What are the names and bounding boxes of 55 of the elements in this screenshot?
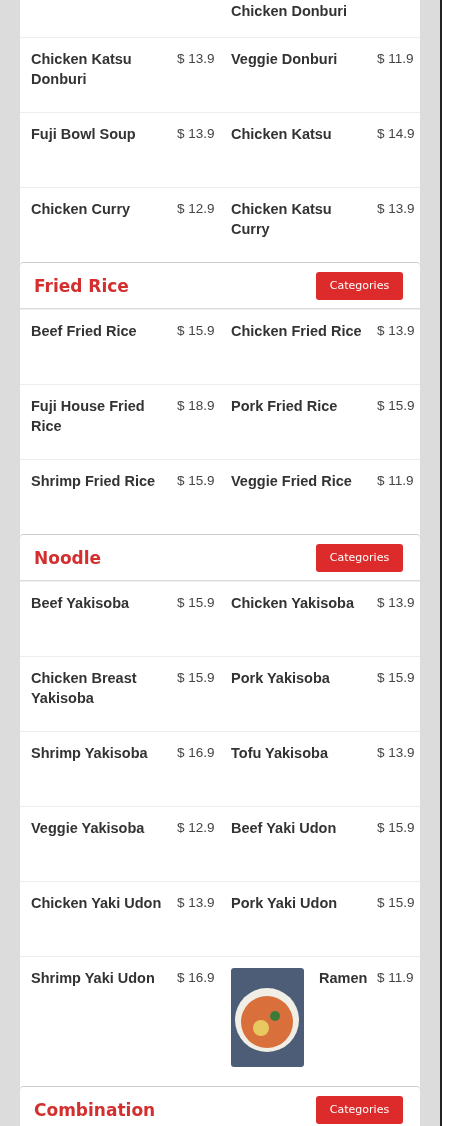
dish-price: $ 13.9 [177,50,215,68]
dish-name: Pork Fried Rice [231,397,339,416]
dish-name: Pork Yakisoba [231,669,331,688]
dish-price: $ 11.9 [377,969,414,987]
dish-price: $ 12.9 [177,819,215,837]
dish-price: $ 16.9 [177,969,215,987]
dish-name: Fuji House Fried Rice [31,397,146,436]
dish-name: Chicken Katsu Curry [231,200,333,239]
dish-name: Shrimp Fried Rice [31,472,157,491]
dish-price: $ 12.9 [177,200,215,218]
dish-price: $ 13.9 [177,894,215,912]
categories-button[interactable]: Categories [316,543,403,572]
categories-button[interactable]: Categories [316,271,403,300]
dish-price: $ 11.9 [377,50,414,68]
dish-price: $ 13.9 [377,594,415,612]
dish-name: Beef Fried Rice [31,322,138,341]
dish-price: $ 13.9 [377,322,415,340]
categories-button[interactable]: Categories [316,1095,403,1124]
dish-price: $ 15.9 [177,669,215,687]
dish-name: Pork Yaki Udon [231,894,339,913]
dish-name: Chicken Breast Yakisoba [31,669,138,708]
dish-name: Ramen [318,969,369,988]
dish-name: Tofu Yakisoba [231,744,329,763]
dish-price: $ 18.9 [177,397,215,415]
dish-name: Chicken Katsu Donburi [31,50,133,89]
dish-price: $ 15.9 [377,397,415,415]
dish-name: Shrimp Yakisoba [31,744,149,763]
section-title: Fried Rice [34,275,129,296]
dish-price: $ 15.9 [177,322,215,340]
dish-price: $ 15.9 [377,894,415,912]
dish-price: $ 11.9 [377,472,414,490]
section-title: Noodle [34,547,102,568]
dish-price: $ 16.9 [177,744,215,762]
dish-price: $ 15.9 [177,472,215,490]
dish-name: Chicken Yaki Udon [31,894,163,913]
dish-price: $ 15.9 [177,594,215,612]
dish-price: $ 13.9 [377,744,415,762]
dish-name: Shrimp Yaki Udon [31,969,156,988]
dish-name: Fuji Bowl Soup [31,125,137,144]
section-title: Combination [34,1099,156,1120]
dish-price: $ 15.9 [377,669,415,687]
dish-name: Chicken Curry [31,200,132,219]
dish-name: Chicken Katsu [231,125,333,144]
dish-name: Beef Yakisoba [31,594,131,613]
dish-name: Veggie Fried Rice [231,472,353,491]
dish-price: $ 14.9 [377,125,415,143]
dish-name: Veggie Donburi [231,50,339,69]
dish-name: Beef Yaki Udon [231,819,338,838]
dish-name: Chicken Yakisoba [231,594,356,613]
dish-name: Chicken Fried Rice [231,322,363,341]
dish-price: $ 15.9 [377,819,415,837]
dish-price: $ 13.9 [177,125,215,143]
dish-price: $ 13.9 [377,200,415,218]
dish-name: Veggie Yakisoba [31,819,146,838]
dish-name: Chicken Donburi [231,2,348,21]
